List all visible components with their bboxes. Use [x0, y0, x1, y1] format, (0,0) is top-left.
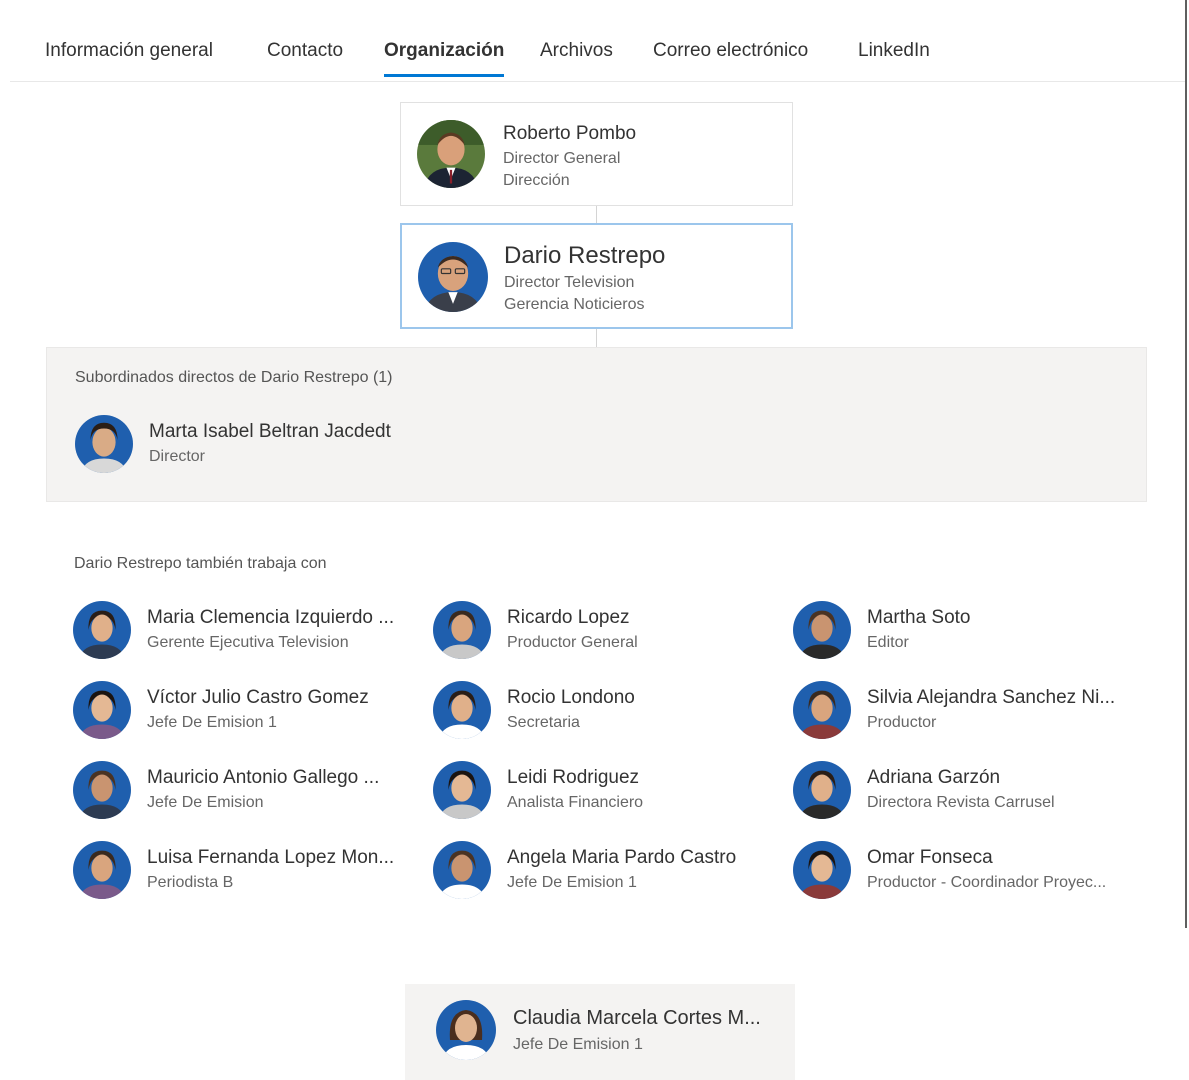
avatar: [73, 761, 131, 819]
manager-card[interactable]: Roberto Pombo Director General Dirección: [400, 102, 793, 206]
avatar: [73, 681, 131, 739]
current-person-card[interactable]: Dario Restrepo Director Television Geren…: [400, 223, 793, 329]
person-photo-icon: [793, 841, 851, 899]
avatar: [433, 761, 491, 819]
org-connector: [596, 328, 597, 347]
direct-reports-heading: Subordinados directos de Dario Restrepo …: [75, 369, 393, 386]
direct-report-item[interactable]: Marta Isabel Beltran Jacdedt Director: [75, 415, 415, 475]
person-name: Rocio Londono: [507, 687, 635, 708]
person-photo-icon: [433, 681, 491, 739]
person-name: Leidi Rodriguez: [507, 767, 640, 788]
coworker-item[interactable]: Leidi Rodriguez Analista Financiero: [433, 761, 773, 821]
person-name: Martha Soto: [867, 607, 971, 628]
manager-department: Dirección: [503, 172, 570, 189]
person-name: Ricardo Lopez: [507, 607, 630, 628]
avatar: [793, 841, 851, 899]
person-photo-icon: [418, 242, 488, 312]
current-person-name: Dario Restrepo: [504, 242, 666, 269]
manager-name: Roberto Pombo: [503, 123, 637, 144]
person-role: Jefe De Emision 1: [147, 714, 277, 731]
person-role: Editor: [867, 634, 909, 651]
person-photo-icon: [433, 841, 491, 899]
tab-contacto[interactable]: Contacto: [267, 40, 343, 74]
person-role: Jefe De Emision: [147, 794, 264, 811]
person-hover-card[interactable]: Claudia Marcela Cortes M... Jefe De Emis…: [405, 984, 795, 1080]
coworker-item[interactable]: Angela Maria Pardo Castro Jefe De Emision…: [433, 841, 773, 901]
avatar: [75, 415, 133, 473]
tab-correo-electronico[interactable]: Correo electrónico: [653, 40, 808, 74]
org-connector: [596, 205, 597, 224]
person-photo-icon: [793, 681, 851, 739]
profile-card-organization: Información general Contacto Organizació…: [0, 0, 1189, 1080]
avatar: [417, 120, 485, 188]
scrollbar[interactable]: [1185, 0, 1187, 928]
person-role: Periodista B: [147, 874, 234, 891]
person-name: Silvia Alejandra Sanchez Ni...: [867, 687, 1116, 708]
coworker-item[interactable]: Silvia Alejandra Sanchez Ni... Productor: [793, 681, 1133, 741]
coworker-item[interactable]: Rocio Londono Secretaria: [433, 681, 773, 741]
person-name: Luisa Fernanda Lopez Mon...: [147, 847, 395, 868]
person-photo-icon: [73, 681, 131, 739]
coworker-item[interactable]: Víctor Julio Castro Gomez Jefe De Emision…: [73, 681, 413, 741]
person-role: Gerente Ejecutiva Television: [147, 634, 349, 651]
avatar: [73, 601, 131, 659]
tab-linkedin[interactable]: LinkedIn: [858, 40, 930, 74]
avatar: [436, 1000, 496, 1060]
person-name: Víctor Julio Castro Gomez: [147, 687, 369, 708]
tab-informacion-general[interactable]: Información general: [45, 40, 213, 74]
current-person-department: Gerencia Noticieros: [504, 296, 645, 313]
person-photo-icon: [793, 761, 851, 819]
avatar: [793, 761, 851, 819]
person-name: Maria Clemencia Izquierdo ...: [147, 607, 395, 628]
tab-organizacion[interactable]: Organización: [384, 40, 505, 77]
coworker-item[interactable]: Ricardo Lopez Productor General: [433, 601, 773, 661]
person-photo-icon: [73, 601, 131, 659]
avatar: [433, 601, 491, 659]
person-photo-icon: [436, 1000, 496, 1060]
person-photo-icon: [73, 761, 131, 819]
person-name: Adriana Garzón: [867, 767, 1001, 788]
person-name: Mauricio Antonio Gallego ...: [147, 767, 380, 788]
coworker-item[interactable]: Omar Fonseca Productor - Coordinador Proy…: [793, 841, 1133, 901]
person-photo-icon: [433, 601, 491, 659]
works-with-heading: Dario Restrepo también trabaja con: [74, 555, 327, 572]
hover-card-role: Jefe De Emision 1: [513, 1036, 643, 1053]
person-photo-icon: [75, 415, 133, 473]
person-role: Productor: [867, 714, 937, 731]
person-photo-icon: [73, 841, 131, 899]
avatar: [433, 841, 491, 899]
avatar: [793, 681, 851, 739]
tab-bar: Información general Contacto Organizació…: [10, 26, 1185, 82]
hover-card-name: Claudia Marcela Cortes M...: [513, 1007, 761, 1029]
current-person-title: Director Television: [504, 274, 635, 291]
person-photo-icon: [417, 120, 485, 188]
person-name: Marta Isabel Beltran Jacdedt: [149, 421, 391, 442]
avatar: [793, 601, 851, 659]
coworker-item[interactable]: Luisa Fernanda Lopez Mon... Periodista B: [73, 841, 413, 901]
person-role: Jefe De Emision 1: [507, 874, 637, 891]
direct-reports-panel: Subordinados directos de Dario Restrepo …: [46, 347, 1147, 502]
avatar: [73, 841, 131, 899]
coworker-item[interactable]: Mauricio Antonio Gallego ... Jefe De Emis…: [73, 761, 413, 821]
avatar: [418, 242, 488, 312]
person-role: Productor - Coordinador Proyec...: [867, 874, 1107, 891]
person-photo-icon: [433, 761, 491, 819]
person-name: Omar Fonseca: [867, 847, 993, 868]
manager-title: Director General: [503, 150, 621, 167]
person-role: Directora Revista Carrusel: [867, 794, 1055, 811]
avatar: [433, 681, 491, 739]
coworker-item[interactable]: Martha Soto Editor: [793, 601, 1133, 661]
tab-archivos[interactable]: Archivos: [540, 40, 613, 74]
person-role: Director: [149, 448, 206, 465]
person-photo-icon: [793, 601, 851, 659]
coworker-item[interactable]: Adriana Garzón Directora Revista Carrusel: [793, 761, 1133, 821]
person-role: Productor General: [507, 634, 638, 651]
person-name: Angela Maria Pardo Castro: [507, 847, 737, 868]
person-role: Analista Financiero: [507, 794, 644, 811]
coworker-item[interactable]: Maria Clemencia Izquierdo ... Gerente Eje…: [73, 601, 413, 661]
person-role: Secretaria: [507, 714, 580, 731]
